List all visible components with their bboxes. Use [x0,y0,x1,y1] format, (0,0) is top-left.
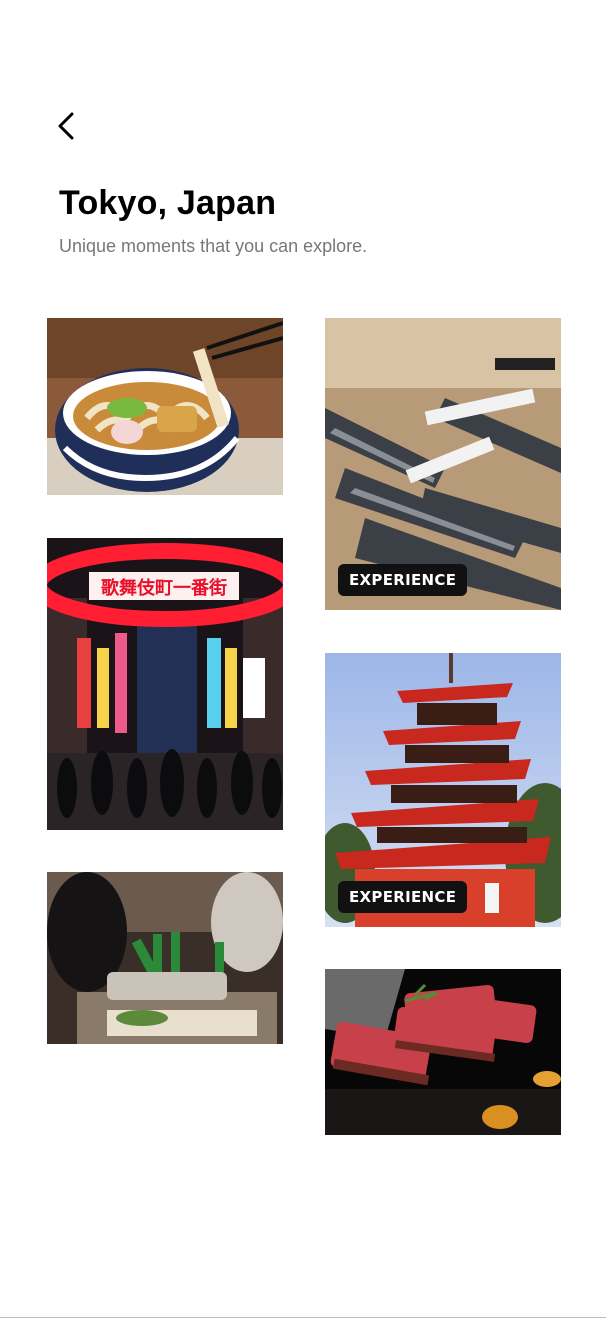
tile-sake[interactable] [47,872,283,1044]
page-subtitle: Unique moments that you can explore. [59,236,368,256]
back-button[interactable] [52,106,84,146]
kabukicho-photo: 歌舞伎町一番街 [47,538,283,830]
sake-photo [47,872,283,1044]
udon-photo [47,318,283,495]
chevron-left-icon [58,112,74,140]
kabukicho-sign: 歌舞伎町一番街 [101,577,227,599]
tile-fish-market[interactable]: EXPERIENCE [325,318,561,610]
page-title: Tokyo, Japan [59,184,277,222]
experience-badge: EXPERIENCE [338,881,468,913]
tile-wagyu[interactable] [325,969,561,1135]
tile-pagoda[interactable]: EXPERIENCE [325,653,561,927]
tile-kabukicho[interactable]: 歌舞伎町一番街 [47,538,283,830]
experience-badge: EXPERIENCE [338,564,468,596]
tile-udon[interactable] [47,318,283,495]
wagyu-photo [325,969,561,1135]
